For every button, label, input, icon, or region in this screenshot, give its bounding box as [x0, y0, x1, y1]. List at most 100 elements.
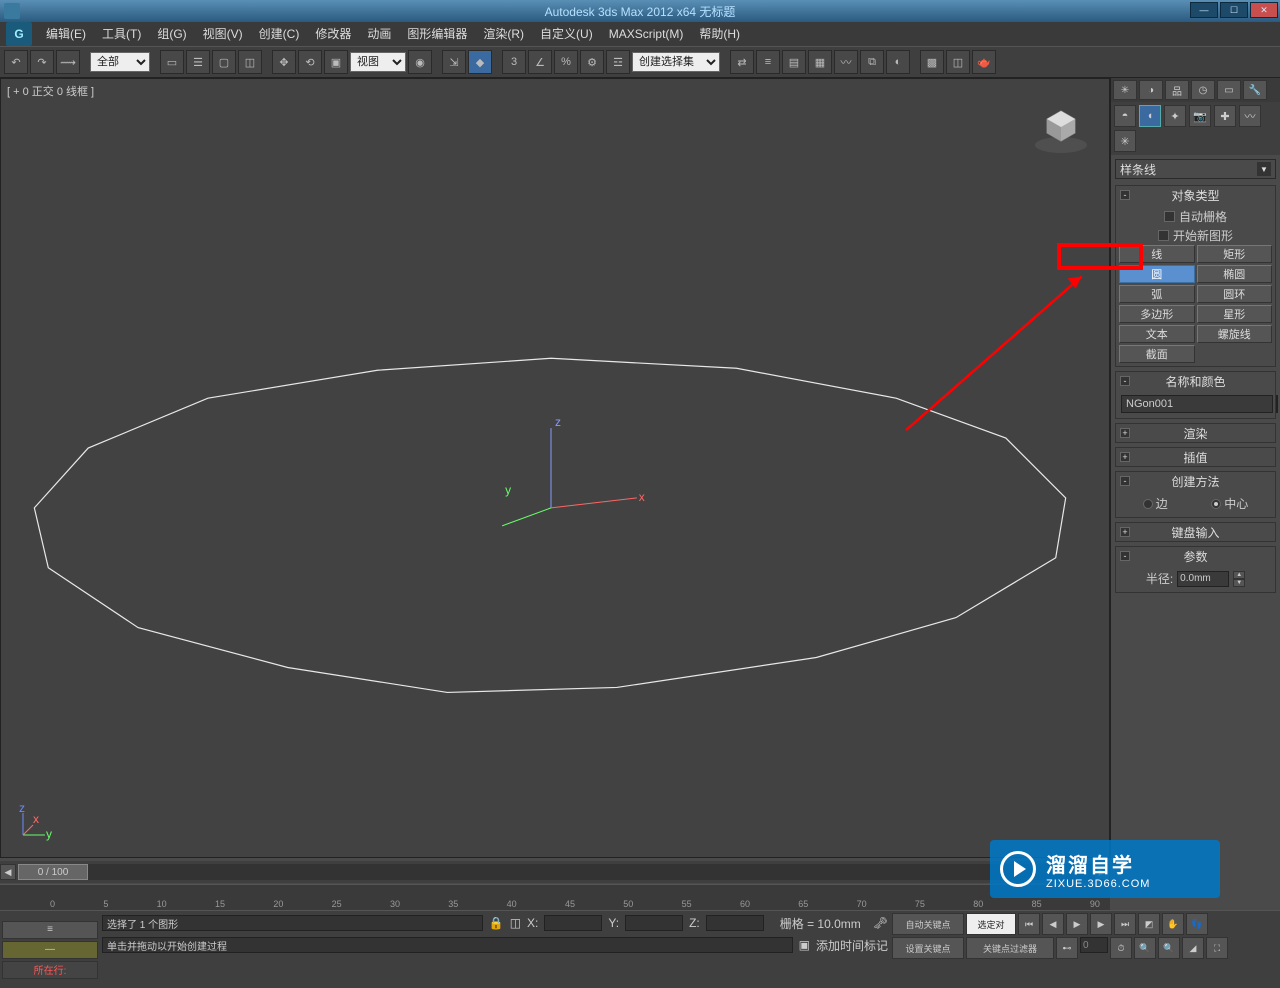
- prev-frame-button[interactable]: ◀: [1042, 913, 1064, 935]
- cat-geometry[interactable]: ◓: [1114, 105, 1136, 127]
- radio-edge[interactable]: [1143, 499, 1153, 509]
- tab-modify[interactable]: ◑: [1139, 80, 1163, 100]
- rollout-render-header[interactable]: +渲染: [1116, 424, 1275, 442]
- isolate-button[interactable]: ◩: [1138, 913, 1160, 935]
- btn-text[interactable]: 文本: [1119, 325, 1195, 343]
- tab-utilities[interactable]: 🔧: [1243, 80, 1267, 100]
- btn-section[interactable]: 截面: [1119, 345, 1195, 363]
- rollout-method-header[interactable]: -创建方法: [1116, 472, 1275, 490]
- set-key-button[interactable]: 设置关键点: [892, 937, 964, 959]
- auto-grid-check[interactable]: [1164, 211, 1175, 222]
- menu-customize[interactable]: 自定义(U): [532, 22, 601, 46]
- graphite-button[interactable]: ▦: [808, 50, 832, 74]
- selection-filter[interactable]: 全部: [90, 52, 150, 72]
- btn-ngon[interactable]: 多边形: [1119, 305, 1195, 323]
- material-button[interactable]: ◐: [886, 50, 910, 74]
- btn-line[interactable]: 线: [1119, 245, 1195, 263]
- tab-create[interactable]: ✳: [1113, 80, 1137, 100]
- cat-shapes[interactable]: ◖: [1139, 105, 1161, 127]
- radius-spin-up[interactable]: ▲: [1233, 571, 1245, 579]
- named-selection-set[interactable]: 创建选择集: [632, 52, 720, 72]
- manip-button[interactable]: ⇲: [442, 50, 466, 74]
- key-filters-button[interactable]: 关键点过滤器: [966, 937, 1054, 959]
- percent-snap-button[interactable]: %: [554, 50, 578, 74]
- rollout-params-header[interactable]: -参数: [1116, 547, 1275, 565]
- coord-z[interactable]: [706, 915, 764, 931]
- lock-icon[interactable]: 🔒: [489, 916, 504, 930]
- zoom-button[interactable]: 🔍: [1134, 937, 1156, 959]
- viewport[interactable]: [ + 0 正交 0 线框 ] z x y z y x: [0, 78, 1110, 858]
- menu-maxscript[interactable]: MAXScript(M): [601, 22, 692, 46]
- key-icon[interactable]: 🗝: [873, 916, 888, 930]
- cat-cameras[interactable]: 📷: [1189, 105, 1211, 127]
- snap-toggle-button[interactable]: ◆: [468, 50, 492, 74]
- start-new-shape-check[interactable]: [1158, 230, 1169, 241]
- cat-spacewarps[interactable]: 〰: [1239, 105, 1261, 127]
- maxscript-mini-button[interactable]: ≡: [2, 921, 98, 939]
- fov-button[interactable]: ◢: [1182, 937, 1204, 959]
- zoom-all-button[interactable]: 🔍: [1158, 937, 1180, 959]
- tab-motion[interactable]: ◷: [1191, 80, 1215, 100]
- render-button[interactable]: 🫖: [972, 50, 996, 74]
- viewport-label[interactable]: [ + 0 正交 0 线框 ]: [7, 83, 94, 99]
- menu-modifiers[interactable]: 修改器: [307, 22, 359, 46]
- select-region-button[interactable]: ▢: [212, 50, 236, 74]
- edit-named-sel-button[interactable]: ☲: [606, 50, 630, 74]
- window-crossing-button[interactable]: ◫: [238, 50, 262, 74]
- link-button[interactable]: ⟿: [56, 50, 80, 74]
- rollout-objtype-header[interactable]: -对象类型: [1116, 186, 1275, 204]
- listener-button[interactable]: —: [2, 941, 98, 959]
- object-name-input[interactable]: [1121, 395, 1273, 413]
- layer-button[interactable]: ▤: [782, 50, 806, 74]
- pivot-button[interactable]: ◉: [408, 50, 432, 74]
- add-time-tag[interactable]: 添加时间标记: [816, 937, 888, 954]
- key-mode-button[interactable]: ⊷: [1056, 937, 1078, 959]
- radius-spinner[interactable]: 0.0mm: [1177, 571, 1229, 587]
- cat-lights[interactable]: ✦: [1164, 105, 1186, 127]
- track-bar[interactable]: 051015202530354045505560657075808590: [0, 884, 1110, 910]
- snap-3-button[interactable]: 3: [502, 50, 526, 74]
- rollout-namecolor-header[interactable]: -名称和颜色: [1116, 372, 1275, 390]
- play-button[interactable]: ▶: [1066, 913, 1088, 935]
- cat-helpers[interactable]: ✚: [1214, 105, 1236, 127]
- render-setup-button[interactable]: ▩: [920, 50, 944, 74]
- menu-grapheditors[interactable]: 图形编辑器: [399, 22, 475, 46]
- current-frame-field[interactable]: [1080, 937, 1108, 953]
- angle-snap-button[interactable]: ∠: [528, 50, 552, 74]
- slider-thumb[interactable]: 0 / 100: [18, 864, 88, 880]
- btn-circle[interactable]: 圆: [1119, 265, 1195, 283]
- time-config-button[interactable]: ⏱: [1110, 937, 1132, 959]
- btn-arc[interactable]: 弧: [1119, 285, 1195, 303]
- goto-start-button[interactable]: ⏮: [1018, 913, 1040, 935]
- move-button[interactable]: ✥: [272, 50, 296, 74]
- coord-mode-icon[interactable]: ◫: [510, 916, 521, 930]
- schematic-button[interactable]: ⧉: [860, 50, 884, 74]
- btn-donut[interactable]: 圆环: [1197, 285, 1273, 303]
- cat-systems[interactable]: ✳: [1114, 130, 1136, 152]
- minimize-button[interactable]: —: [1190, 2, 1218, 18]
- rollout-kb-header[interactable]: +键盘输入: [1116, 523, 1275, 541]
- scale-button[interactable]: ▣: [324, 50, 348, 74]
- ref-coord-system[interactable]: 视图: [350, 52, 406, 72]
- app-menu-button[interactable]: G: [6, 22, 32, 46]
- btn-ellipse[interactable]: 椭圆: [1197, 265, 1273, 283]
- maximize-button[interactable]: ☐: [1220, 2, 1248, 18]
- undo-button[interactable]: ↶: [4, 50, 28, 74]
- menu-tools[interactable]: 工具(T): [94, 22, 149, 46]
- menu-group[interactable]: 组(G): [149, 22, 194, 46]
- shape-type-dropdown[interactable]: 样条线 ▼: [1115, 159, 1276, 179]
- btn-rectangle[interactable]: 矩形: [1197, 245, 1273, 263]
- slider-left[interactable]: ◀: [0, 864, 16, 880]
- walk-button[interactable]: 👣: [1186, 913, 1208, 935]
- maximize-viewport-button[interactable]: ⛶: [1206, 937, 1228, 959]
- next-frame-button[interactable]: ▶: [1090, 913, 1112, 935]
- menu-edit[interactable]: 编辑(E): [38, 22, 94, 46]
- coord-x[interactable]: [544, 915, 602, 931]
- close-button[interactable]: ✕: [1250, 2, 1278, 18]
- align-button[interactable]: ≡: [756, 50, 780, 74]
- btn-helix[interactable]: 螺旋线: [1197, 325, 1273, 343]
- menu-animation[interactable]: 动画: [359, 22, 399, 46]
- time-slider[interactable]: ◀ 0 / 100 ▶: [0, 861, 1110, 883]
- btn-star[interactable]: 星形: [1197, 305, 1273, 323]
- coord-y[interactable]: [625, 915, 683, 931]
